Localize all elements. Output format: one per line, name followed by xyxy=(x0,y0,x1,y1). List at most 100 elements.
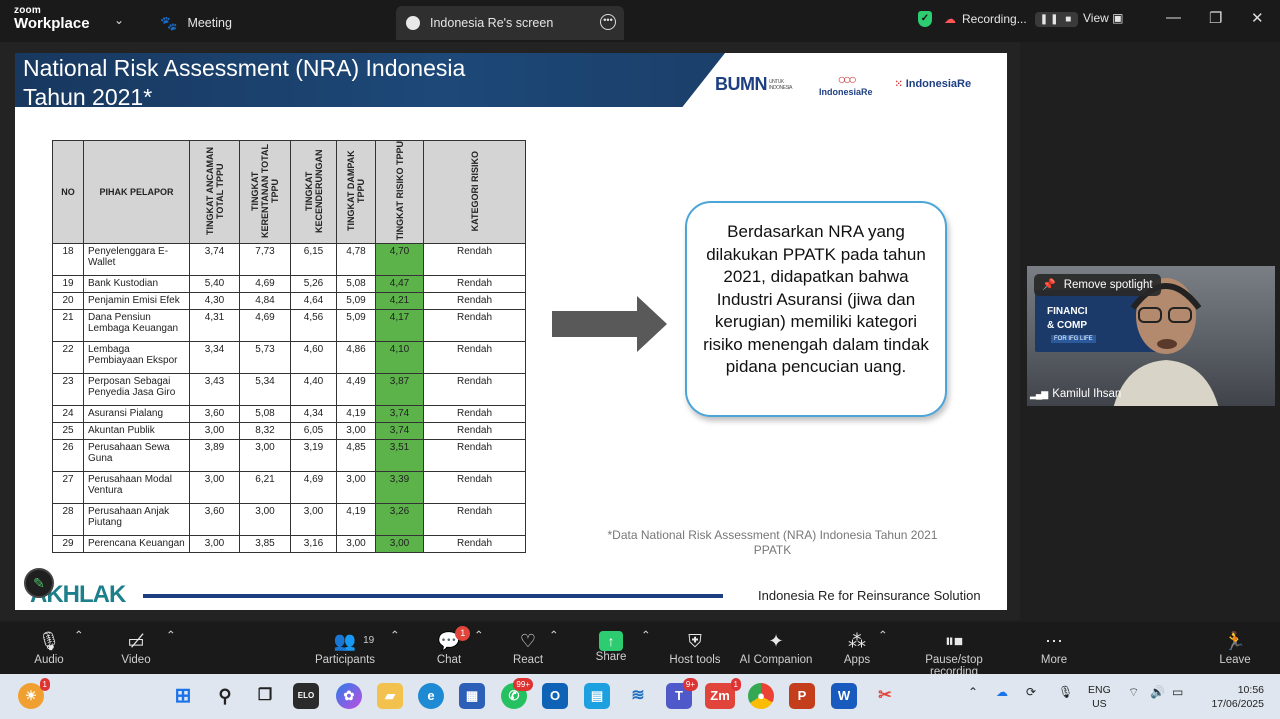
pause-stop-icon: ⏸⏹ xyxy=(945,631,963,651)
react-button[interactable]: ♡ React xyxy=(511,628,545,666)
cell-kategori: Rendah xyxy=(423,275,526,293)
elo-app-icon[interactable]: ELO xyxy=(293,683,319,709)
teams-badge: 9+ xyxy=(682,678,698,691)
cell-kategori: Rendah xyxy=(423,503,526,536)
zoom-taskbar-icon[interactable]: Zm 1 xyxy=(705,678,741,709)
banner-line2: & COMP xyxy=(1047,320,1087,331)
conclusion-text: Berdasarkan NRA yang dilakukan PPATK pad… xyxy=(703,222,929,376)
video-options-caret[interactable]: ⌃ xyxy=(166,628,176,642)
more-icon: ⋯ xyxy=(1045,631,1063,651)
cell-risiko: 3,39 xyxy=(375,471,424,504)
recording-controls[interactable]: ❚❚ ■ xyxy=(1034,11,1079,27)
table-row: 21 Dana Pensiun Lembaga Keuangan 4,31 4,69 4… xyxy=(52,309,526,342)
search-icon[interactable]: ⚲ xyxy=(212,683,238,709)
cell-kecenderungan: 4,60 xyxy=(290,341,337,374)
cell-kecenderungan: 6,15 xyxy=(290,243,337,276)
table-row: 18 Penyelenggara E-Wallet 3,74 7,73 6,15 4,78… xyxy=(52,243,526,276)
ai-companion-button[interactable]: ✦ AI Companion xyxy=(739,628,813,666)
header-kategori: KATEGORI RISIKO xyxy=(423,140,526,244)
share-options-caret[interactable]: ⌃ xyxy=(641,628,651,642)
chat-button[interactable]: 💬 1 Chat xyxy=(434,626,471,666)
close-icon[interactable]: ✕ xyxy=(1251,9,1264,27)
weather-icon[interactable]: ☀ 1 xyxy=(18,678,50,709)
sticky-notes-icon[interactable]: ≋ xyxy=(625,683,651,709)
cell-no: 27 xyxy=(52,471,84,504)
store-icon[interactable]: ▦ xyxy=(459,683,485,709)
cell-dampak: 4,19 xyxy=(336,405,376,423)
view-button[interactable]: View ▣ xyxy=(1083,11,1123,25)
chat-options-caret[interactable]: ⌃ xyxy=(474,628,484,642)
onedrive-icon[interactable]: ☁ xyxy=(996,685,1008,699)
battery-icon[interactable]: ▭ xyxy=(1172,685,1183,699)
whatsapp-icon[interactable]: ✆ 99+ xyxy=(501,678,533,709)
zoom-brand[interactable]: zoom Workplace xyxy=(14,6,90,32)
snipping-tool-icon[interactable]: ✂ xyxy=(872,683,898,709)
video-button[interactable]: ▭̸ Video xyxy=(118,628,154,666)
cell-kategori: Rendah xyxy=(423,405,526,423)
pause-stop-recording-button[interactable]: ⏸⏹ Pause/stop recording xyxy=(900,628,1008,678)
windows-start-icon[interactable]: ⊞ xyxy=(170,683,196,709)
microphone-tray-icon[interactable]: 🎙 xyxy=(1058,685,1073,699)
apps-options-caret[interactable]: ⌃ xyxy=(878,628,888,642)
restore-icon[interactable]: ❐ xyxy=(1209,9,1222,27)
data-source-footnote: *Data National Risk Assessment (NRA) Ind… xyxy=(607,528,938,557)
more-label: More xyxy=(1040,654,1068,666)
edge-browser-icon[interactable]: e xyxy=(418,683,444,709)
indonesia-re-institute-logo: ⁙ IndonesiaRe xyxy=(895,78,972,90)
cell-kecenderungan: 4,69 xyxy=(290,471,337,504)
chrome-icon[interactable]: ● xyxy=(748,683,774,709)
wifi-icon[interactable]: ⌔ xyxy=(1128,685,1139,700)
copilot-icon[interactable]: ✿ xyxy=(336,683,362,709)
recording-label: Recording... xyxy=(962,12,1027,26)
cloud-record-icon: ☁ xyxy=(944,12,956,26)
header-kerentanan: TINGKAT KERENTANAN TOTAL TPPU xyxy=(239,140,291,244)
annotate-pencil-icon[interactable]: ✎ xyxy=(24,568,54,598)
audio-button[interactable]: 🎙 Audio xyxy=(33,628,65,666)
system-clock[interactable]: 10:56 17/06/2025 xyxy=(1200,683,1264,711)
tab-meeting[interactable]: 🐾 Meeting xyxy=(160,6,232,40)
audio-options-caret[interactable]: ⌃ xyxy=(74,628,84,642)
outlook-icon[interactable]: O xyxy=(542,683,568,709)
remove-spotlight-button[interactable]: 📌 Remove spotlight xyxy=(1034,274,1161,296)
cell-kerentanan: 3,00 xyxy=(239,503,291,536)
header-ancaman-label: TINGKAT ANCAMAN TOTAL TPPU xyxy=(204,147,225,235)
rings-icon: ○○○ xyxy=(837,71,857,87)
more-button[interactable]: ⋯ More xyxy=(1038,628,1070,666)
calendar-app-icon[interactable]: ▤ xyxy=(584,683,610,709)
sync-icon[interactable]: ⟳ xyxy=(1026,685,1036,699)
participants-button[interactable]: 👥 19 Participants xyxy=(314,628,376,666)
cell-kategori: Rendah xyxy=(423,309,526,342)
cell-kecenderungan: 3,00 xyxy=(290,503,337,536)
leave-button[interactable]: 🏃 Leave xyxy=(1218,628,1252,666)
cell-pihak-pelapor: Perusahaan Sewa Guna xyxy=(83,439,190,472)
more-options-icon[interactable]: ••• xyxy=(600,14,616,30)
cell-pihak-pelapor: Lembaga Pembiayaan Ekspor xyxy=(83,341,190,374)
language-indicator[interactable]: ENG US xyxy=(1088,683,1111,711)
minimize-icon[interactable]: — xyxy=(1166,9,1181,26)
chevron-down-icon[interactable]: ⌄ xyxy=(114,13,124,27)
leave-label: Leave xyxy=(1219,654,1251,666)
participants-options-caret[interactable]: ⌃ xyxy=(390,628,400,642)
powerpoint-icon[interactable]: P xyxy=(789,683,815,709)
show-hidden-icons-icon[interactable]: ⌃ xyxy=(968,685,978,699)
teams-icon[interactable]: T 9+ xyxy=(666,678,698,709)
cell-kecenderungan: 6,05 xyxy=(290,422,337,440)
apps-button[interactable]: ⁂ Apps xyxy=(842,628,872,666)
participants-icon: 👥 19 xyxy=(334,628,374,654)
grid-dots-icon: ⁙ xyxy=(894,79,906,90)
cell-no: 26 xyxy=(52,439,84,472)
share-button[interactable]: ↑ Share xyxy=(595,628,627,663)
word-icon[interactable]: W xyxy=(831,683,857,709)
cell-dampak: 5,08 xyxy=(336,275,376,293)
view-layout-icon: ▣ xyxy=(1112,11,1124,25)
heart-icon: ♡ xyxy=(519,631,537,651)
recording-indicator[interactable]: ✓ ☁ Recording... ❚❚ ■ xyxy=(918,8,1079,30)
react-options-caret[interactable]: ⌃ xyxy=(549,628,559,642)
indonesia-re-logo-text: IndonesiaRe xyxy=(819,87,873,97)
volume-icon[interactable]: 🔊 xyxy=(1150,685,1165,699)
host-tools-button[interactable]: ⛨ Host tools xyxy=(668,628,722,666)
shield-icon: ⛨ xyxy=(688,631,702,651)
task-view-icon[interactable]: ❐ xyxy=(252,683,278,709)
file-explorer-icon[interactable]: ▰ xyxy=(377,683,403,709)
tab-shared-screen[interactable]: Indonesia Re's screen ••• xyxy=(396,6,624,40)
